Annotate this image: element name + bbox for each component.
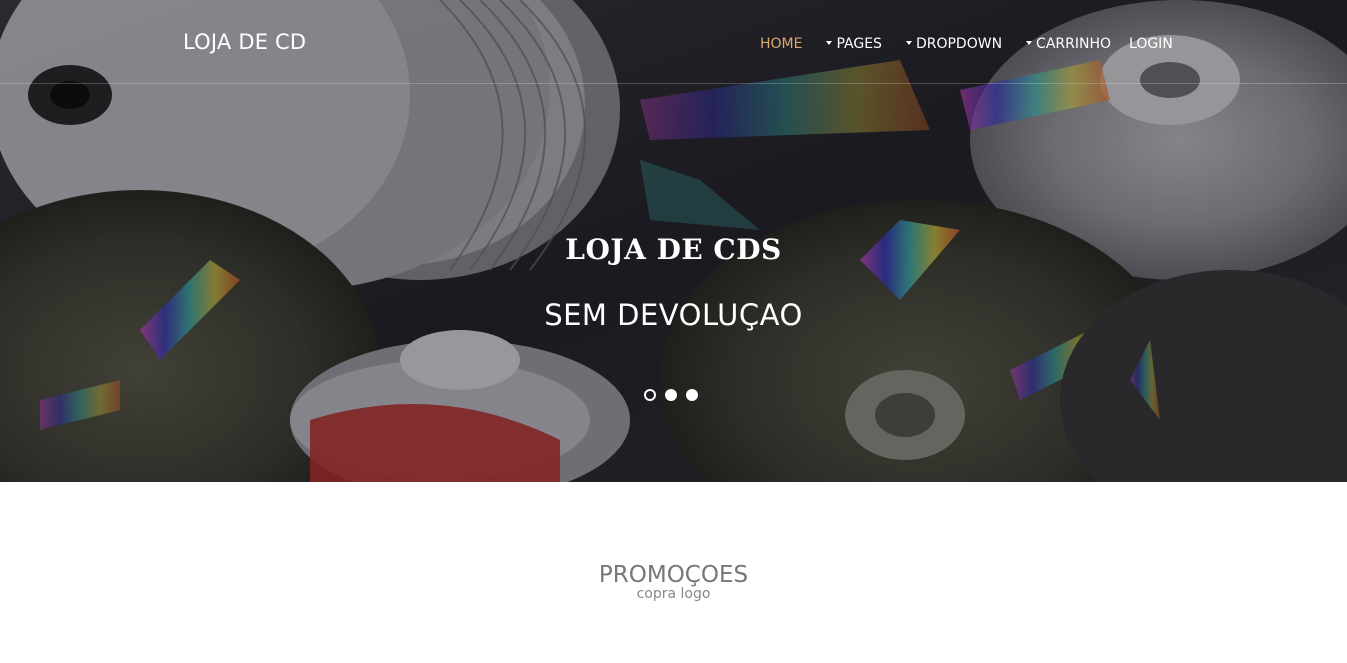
caret-down-icon: [1026, 40, 1033, 45]
nav-item-label: PAGES: [836, 36, 882, 52]
caret-down-icon: [826, 40, 833, 45]
navbar: LOJA DE CD HOME PAGES DROPDOWN CARRINHO …: [0, 0, 1347, 84]
carousel-indicator-2[interactable]: [665, 389, 677, 401]
caret-down-icon: [905, 40, 912, 45]
nav-item-label: DROPDOWN: [915, 36, 1003, 52]
promo-subtitle: copra logo: [636, 586, 711, 602]
carousel-indicators: [644, 389, 707, 401]
nav-item-label: CARRINHO: [1036, 36, 1112, 52]
nav-item-pages[interactable]: PAGES: [826, 36, 882, 52]
hero-title: LOJA DE CDS: [565, 233, 782, 266]
nav-item-label: LOGIN: [1129, 36, 1173, 52]
hero-subtitle: SEM DEVOLUÇAO: [544, 298, 803, 332]
nav-item-home[interactable]: HOME: [760, 36, 802, 52]
nav-item-carrinho[interactable]: CARRINHO: [1026, 36, 1111, 52]
nav-item-login[interactable]: LOGIN: [1129, 36, 1173, 52]
carousel-indicator-3[interactable]: [686, 389, 698, 401]
promo-section: PROMOÇOES copra logo: [0, 560, 1347, 602]
nav-item-label: HOME: [760, 36, 803, 52]
carousel-indicator-1[interactable]: [644, 389, 656, 401]
brand-logo-link[interactable]: LOJA DE CD: [183, 30, 306, 54]
nav-item-dropdown[interactable]: DROPDOWN: [905, 36, 1003, 52]
nav-menu: HOME PAGES DROPDOWN CARRINHO LOGIN: [760, 34, 1173, 54]
